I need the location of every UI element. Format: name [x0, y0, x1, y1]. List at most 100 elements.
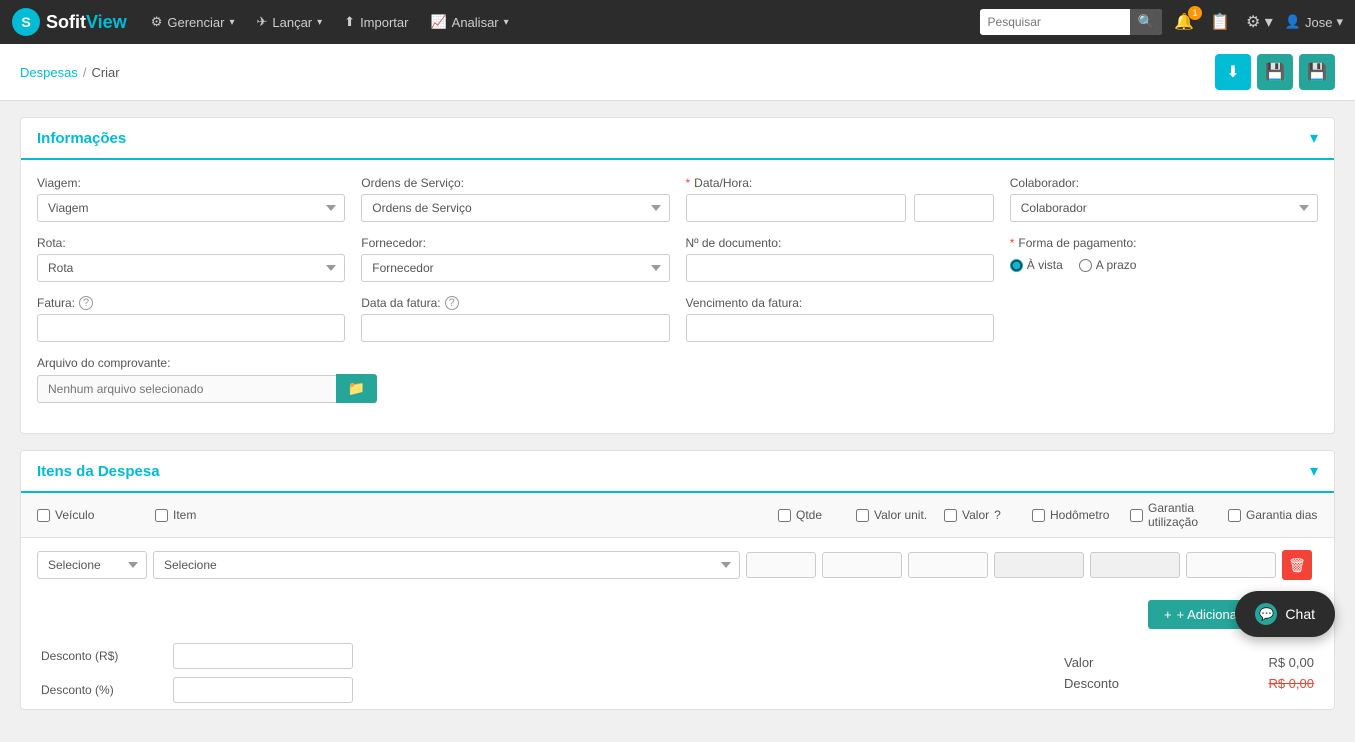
qtde-checkbox[interactable]	[778, 509, 791, 522]
radio-aprazo[interactable]: A prazo	[1079, 258, 1137, 272]
main-content: Informações ▾ Viagem: Viagem Ordens de S…	[0, 101, 1355, 742]
chart-icon: 📈	[430, 14, 446, 30]
fatura-help-icon[interactable]: ?	[79, 296, 93, 310]
settings-icon[interactable]: ⚙ ▾	[1242, 8, 1277, 36]
desconto-rs-input[interactable]: 0	[173, 643, 353, 669]
valor-checkbox[interactable]	[944, 509, 957, 522]
viagem-label: Viagem:	[37, 176, 345, 190]
form-group-num-doc: Nº de documento:	[686, 236, 994, 282]
chat-button[interactable]: 💬 Chat	[1235, 591, 1335, 637]
form-group-ordens: Ordens de Serviço: Ordens de Serviço	[361, 176, 669, 222]
item-checkbox[interactable]	[155, 509, 168, 522]
fornecedor-label: Fornecedor:	[361, 236, 669, 250]
data-fatura-input[interactable]	[361, 314, 669, 342]
valor-input[interactable]: 0,00	[908, 552, 988, 578]
chat-icon: 💬	[1255, 603, 1277, 625]
cell-valor-unit: 0,00	[822, 552, 902, 578]
hodometro-input[interactable]: 0,0	[994, 552, 1084, 578]
informacoes-section: Informações ▾ Viagem: Viagem Ordens de S…	[20, 117, 1335, 434]
nav-gerenciar[interactable]: ⚙ Gerenciar ▾	[141, 8, 245, 36]
veiculo-select-row[interactable]: Selecione	[37, 551, 147, 579]
brand-icon: S	[12, 8, 40, 36]
col-header-veiculo: Veículo	[37, 508, 147, 522]
ordens-select[interactable]: Ordens de Serviço	[361, 194, 669, 222]
vencimento-input[interactable]	[686, 314, 994, 342]
form-row-4: Arquivo do comprovante: 📁	[37, 356, 1318, 403]
fatura-label: Fatura: ?	[37, 296, 345, 310]
valor-help-icon[interactable]: ?	[994, 508, 1001, 522]
file-upload-button[interactable]: 📁	[336, 374, 377, 403]
summary-desconto-row: Desconto R$ 0,00	[1064, 676, 1314, 691]
user-menu[interactable]: 👤 Jose ▾	[1285, 14, 1343, 30]
desconto-pct-input[interactable]: 0	[173, 677, 353, 703]
form-group-forma-pag: * Forma de pagamento: À vista A prazo	[1010, 236, 1318, 282]
form-group-vencimento: Vencimento da fatura:	[686, 296, 994, 342]
informacoes-toggle[interactable]: ▾	[1310, 128, 1318, 148]
valor-unit-input[interactable]: 0,00	[822, 552, 902, 578]
rota-select[interactable]: Rota	[37, 254, 345, 282]
table-header: Veículo Item Qtde Valor unit. Valor ?	[21, 493, 1334, 538]
nav-importar[interactable]: ⬆ Importar	[334, 8, 418, 36]
navbar: S Sofit View ⚙ Gerenciar ▾ ✈ Lançar ▾ ⬆ …	[0, 0, 1355, 44]
col-header-hodometro: Hodômetro	[1032, 508, 1122, 522]
data-fatura-help-icon[interactable]: ?	[445, 296, 459, 310]
form-group-data-fatura: Data da fatura: ?	[361, 296, 669, 342]
form-group-arquivo: Arquivo do comprovante: 📁	[37, 356, 377, 403]
form-row-1: Viagem: Viagem Ordens de Serviço: Ordens…	[37, 176, 1318, 222]
viagem-select[interactable]: Viagem	[37, 194, 345, 222]
notification-bell[interactable]: 🔔 1	[1170, 8, 1198, 36]
nav-analisar[interactable]: 📈 Analisar ▾	[420, 8, 518, 36]
col-header-item: Item	[155, 508, 770, 522]
informacoes-title: Informações	[37, 130, 126, 147]
radio-avista[interactable]: À vista	[1010, 258, 1063, 272]
totals-row: Desconto (R$) 0 Desconto (%) 0 Valor R$ …	[21, 637, 1334, 709]
search-input[interactable]	[980, 10, 1130, 34]
col-header-valor: Valor ?	[944, 508, 1024, 522]
download-button[interactable]: ⬇	[1215, 54, 1251, 90]
ordens-label: Ordens de Serviço:	[361, 176, 669, 190]
breadcrumb: Despesas / Criar	[20, 65, 120, 80]
num-doc-input[interactable]	[686, 254, 994, 282]
col-header-qtde: Qtde	[778, 508, 848, 522]
garantia-dias-input[interactable]	[1186, 552, 1276, 578]
item-select-row[interactable]: Selecione	[153, 551, 740, 579]
valor-unit-checkbox[interactable]	[856, 509, 869, 522]
clipboard-icon[interactable]: 📋	[1206, 8, 1234, 36]
save2-button[interactable]: 💾	[1299, 54, 1335, 90]
time-input[interactable]: 14:00	[914, 194, 994, 222]
discount-section: Desconto (R$) 0 Desconto (%) 0	[41, 643, 353, 703]
chevron-down-icon: ▾	[317, 17, 322, 28]
garantia-util-input[interactable]: 0,0	[1090, 552, 1180, 578]
user-icon: 👤	[1285, 14, 1301, 30]
fornecedor-select[interactable]: Fornecedor	[361, 254, 669, 282]
summary-desconto-value: R$ 0,00	[1268, 676, 1314, 691]
date-input[interactable]: 27/06/2022	[686, 194, 906, 222]
veiculo-checkbox[interactable]	[37, 509, 50, 522]
itens-toggle[interactable]: ▾	[1310, 461, 1318, 481]
fatura-input[interactable]	[37, 314, 345, 342]
brand-view: View	[86, 12, 127, 33]
colaborador-select[interactable]: Colaborador	[1010, 194, 1318, 222]
cell-hodometro: 0,0	[994, 552, 1084, 578]
desconto-pct-row: Desconto (%) 0	[41, 677, 353, 703]
form-group-fatura: Fatura: ?	[37, 296, 345, 342]
breadcrumb-parent-link[interactable]: Despesas	[20, 65, 78, 80]
garantia-util-checkbox[interactable]	[1130, 509, 1143, 522]
cell-qtde: 0,00	[746, 552, 816, 578]
nav-lancar[interactable]: ✈ Lançar ▾	[246, 8, 332, 36]
hodometro-checkbox[interactable]	[1032, 509, 1045, 522]
data-fatura-label: Data da fatura: ?	[361, 296, 669, 310]
delete-row-button[interactable]: 🗑	[1282, 550, 1312, 580]
qtde-input[interactable]: 0,00	[746, 552, 816, 578]
col-header-valor-unit: Valor unit.	[856, 508, 936, 522]
forma-pag-radio-group: À vista A prazo	[1010, 254, 1318, 272]
chevron-down-icon: ▾	[229, 17, 234, 28]
arquivo-label: Arquivo do comprovante:	[37, 356, 377, 370]
cell-delete: 🗑	[1282, 550, 1318, 580]
plus-icon: +	[1164, 607, 1172, 622]
save-button[interactable]: 💾	[1257, 54, 1293, 90]
add-item-row: + + Adicionar novo Item	[21, 592, 1334, 637]
garantia-dias-checkbox[interactable]	[1228, 509, 1241, 522]
form-row-3: Fatura: ? Data da fatura: ? Vencimento d…	[37, 296, 1318, 342]
search-button[interactable]: 🔍	[1130, 9, 1163, 35]
